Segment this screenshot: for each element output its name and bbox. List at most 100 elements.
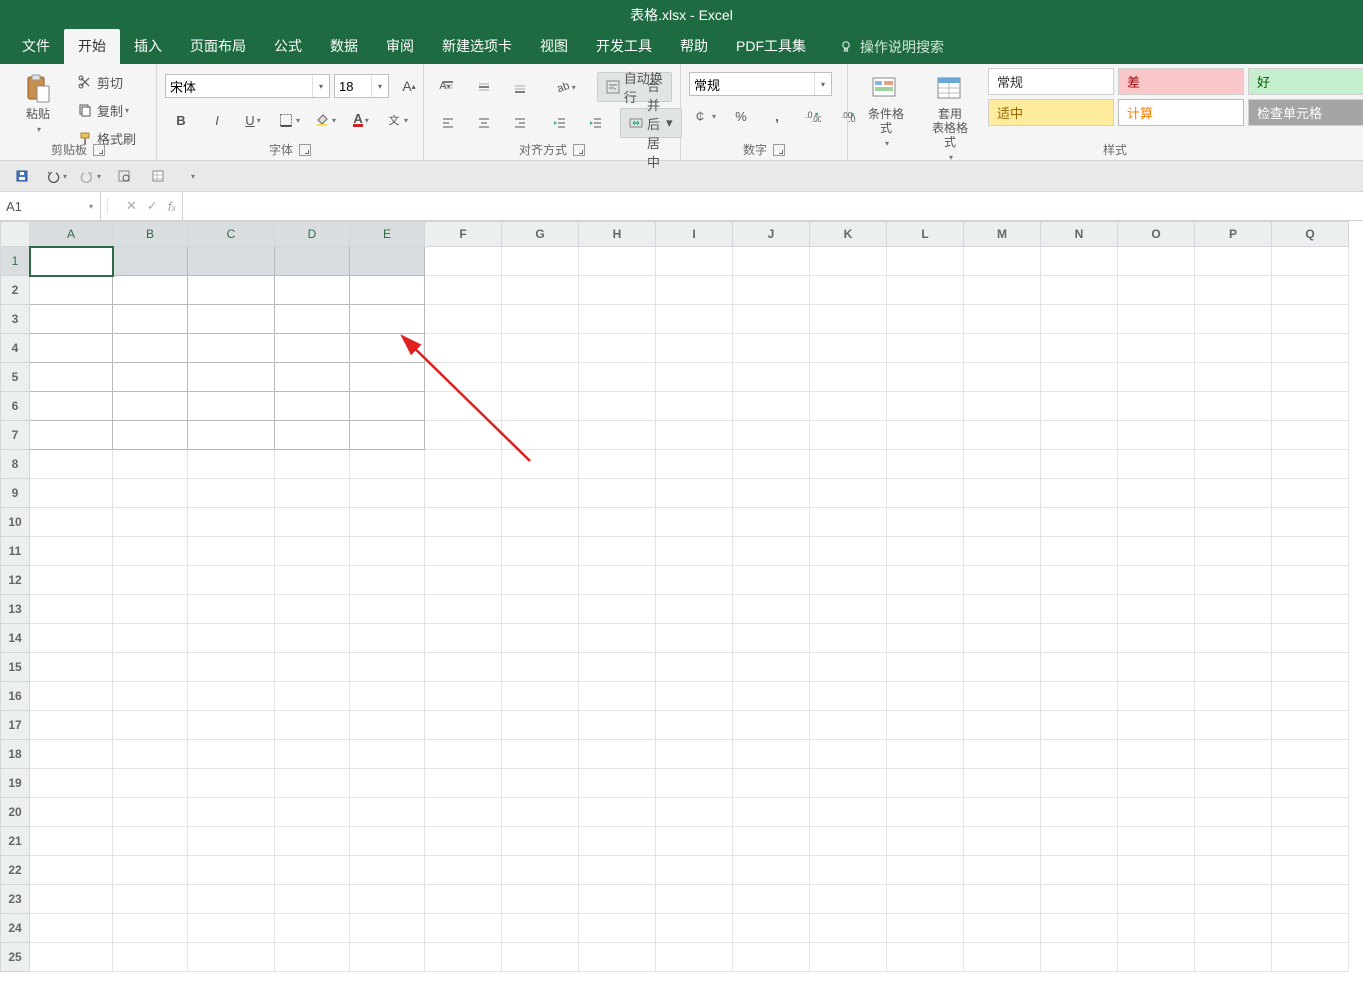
cell[interactable] xyxy=(188,508,275,537)
cell[interactable] xyxy=(887,885,964,914)
cell[interactable] xyxy=(275,624,350,653)
cell[interactable] xyxy=(30,276,113,305)
cell[interactable] xyxy=(964,827,1041,856)
cell[interactable] xyxy=(425,566,502,595)
cell[interactable] xyxy=(656,711,733,740)
cell[interactable] xyxy=(1195,392,1272,421)
cell[interactable] xyxy=(113,769,188,798)
cell[interactable] xyxy=(350,334,425,363)
column-header[interactable]: M xyxy=(964,222,1041,247)
cell[interactable] xyxy=(30,392,113,421)
dialog-launcher-icon[interactable] xyxy=(93,144,105,156)
cell[interactable] xyxy=(1195,856,1272,885)
cell[interactable] xyxy=(30,508,113,537)
cell[interactable] xyxy=(188,247,275,276)
cell[interactable] xyxy=(1272,566,1349,595)
align-left-button[interactable] xyxy=(432,109,464,137)
cell[interactable] xyxy=(964,653,1041,682)
cell[interactable] xyxy=(350,856,425,885)
column-header[interactable]: C xyxy=(188,222,275,247)
cell[interactable] xyxy=(1272,595,1349,624)
cell[interactable] xyxy=(1118,682,1195,711)
save-button[interactable] xyxy=(6,162,38,190)
cell[interactable] xyxy=(733,856,810,885)
tab-data[interactable]: 数据 xyxy=(316,29,372,64)
column-header[interactable]: P xyxy=(1195,222,1272,247)
cell[interactable] xyxy=(188,798,275,827)
cell[interactable] xyxy=(113,566,188,595)
cell[interactable] xyxy=(275,305,350,334)
cell[interactable] xyxy=(656,682,733,711)
cell[interactable] xyxy=(30,566,113,595)
cell[interactable] xyxy=(425,682,502,711)
column-header[interactable]: A xyxy=(30,222,113,247)
cell[interactable] xyxy=(733,943,810,972)
cell[interactable] xyxy=(30,943,113,972)
cell[interactable] xyxy=(964,595,1041,624)
cell[interactable] xyxy=(1041,740,1118,769)
cell[interactable] xyxy=(1041,798,1118,827)
cell[interactable] xyxy=(502,566,579,595)
cell[interactable] xyxy=(1118,769,1195,798)
cell[interactable] xyxy=(1118,566,1195,595)
cell[interactable] xyxy=(1118,653,1195,682)
cell[interactable] xyxy=(887,537,964,566)
cell[interactable] xyxy=(810,334,887,363)
cell[interactable] xyxy=(810,943,887,972)
cell[interactable] xyxy=(30,769,113,798)
cell[interactable] xyxy=(964,624,1041,653)
cell[interactable] xyxy=(113,653,188,682)
enter-icon[interactable]: ✓ xyxy=(147,198,158,214)
merge-center-button[interactable]: 合并后居中 ▾ xyxy=(620,108,682,138)
cell[interactable] xyxy=(113,392,188,421)
cell[interactable] xyxy=(579,798,656,827)
cell[interactable] xyxy=(275,914,350,943)
cell[interactable] xyxy=(30,247,113,276)
cell[interactable] xyxy=(1041,711,1118,740)
cell[interactable] xyxy=(425,305,502,334)
copy-button[interactable]: 复制 ▾ xyxy=(72,96,148,124)
increase-indent-button[interactable] xyxy=(580,109,612,137)
row-header[interactable]: 8 xyxy=(1,450,30,479)
tab-file[interactable]: 文件 xyxy=(8,29,64,64)
cell[interactable] xyxy=(113,914,188,943)
cell[interactable] xyxy=(887,508,964,537)
row-header[interactable]: 15 xyxy=(1,653,30,682)
cell[interactable] xyxy=(579,595,656,624)
cell[interactable] xyxy=(275,943,350,972)
cell[interactable] xyxy=(1272,479,1349,508)
cell[interactable] xyxy=(1041,247,1118,276)
cell[interactable] xyxy=(188,885,275,914)
cell[interactable] xyxy=(887,363,964,392)
row-header[interactable]: 7 xyxy=(1,421,30,450)
row-header[interactable]: 11 xyxy=(1,537,30,566)
qat-extra-button[interactable] xyxy=(142,162,174,190)
cell[interactable] xyxy=(275,479,350,508)
cell[interactable] xyxy=(1272,827,1349,856)
name-box[interactable]: ▾ xyxy=(0,192,101,220)
cell[interactable] xyxy=(425,827,502,856)
cell[interactable] xyxy=(350,421,425,450)
cell[interactable] xyxy=(350,450,425,479)
cell[interactable] xyxy=(188,363,275,392)
cell[interactable] xyxy=(656,392,733,421)
cell[interactable] xyxy=(810,276,887,305)
tab-home[interactable]: 开始 xyxy=(64,29,120,64)
chevron-down-icon[interactable]: ▾ xyxy=(371,75,388,97)
cell[interactable] xyxy=(1041,624,1118,653)
cell[interactable] xyxy=(113,682,188,711)
cell[interactable] xyxy=(887,711,964,740)
column-header[interactable]: L xyxy=(887,222,964,247)
cell[interactable] xyxy=(656,537,733,566)
cell[interactable] xyxy=(350,740,425,769)
cell[interactable] xyxy=(502,914,579,943)
print-preview-button[interactable] xyxy=(108,162,140,190)
cell[interactable] xyxy=(733,711,810,740)
cell[interactable] xyxy=(30,653,113,682)
cell[interactable] xyxy=(113,508,188,537)
select-all-corner[interactable] xyxy=(1,222,30,247)
cell[interactable] xyxy=(964,421,1041,450)
underline-button[interactable]: U▾ xyxy=(237,106,269,134)
cell[interactable] xyxy=(1041,479,1118,508)
cell[interactable] xyxy=(113,624,188,653)
